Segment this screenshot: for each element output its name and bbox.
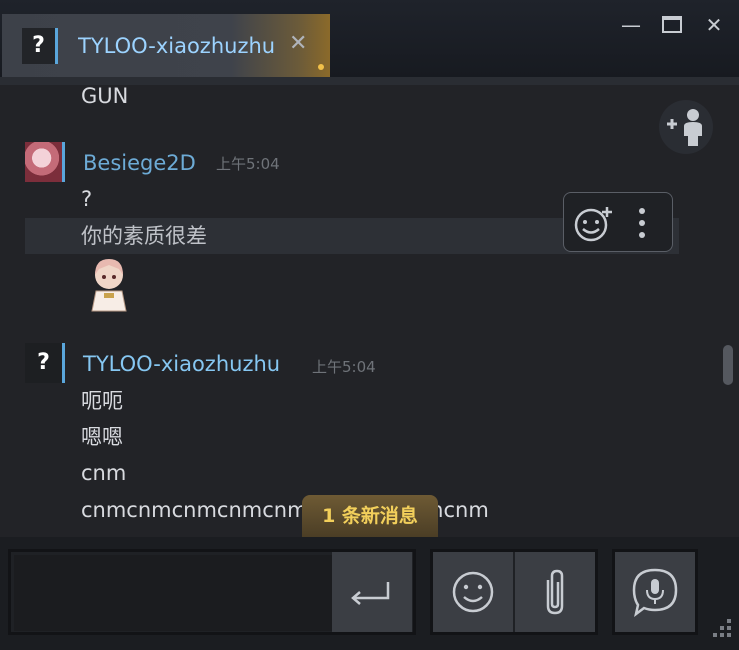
more-vertical-icon[interactable] <box>632 205 652 241</box>
message-actions <box>563 192 673 252</box>
unread-dot <box>318 64 324 70</box>
message-line: 呃呃 <box>81 389 123 413</box>
smiley-icon <box>452 571 494 613</box>
invite-button[interactable] <box>659 100 713 154</box>
message-line: 嗯嗯 <box>81 425 123 449</box>
title-bar: ? TYLOO-xiaozhuzhu ✕ — ✕ <box>0 0 739 78</box>
emoji-button[interactable] <box>433 552 513 632</box>
message-time: 上午5:04 <box>216 155 280 173</box>
message-input[interactable] <box>14 555 334 631</box>
minimize-button[interactable]: — <box>618 12 644 38</box>
attach-button[interactable] <box>515 552 595 632</box>
scrollbar-thumb[interactable] <box>723 345 733 385</box>
resize-grip-icon[interactable] <box>706 614 734 642</box>
message-list: GUN Besiege2D 上午5:04 ? 你的素质很差 ? TYLOO-xi… <box>0 84 739 537</box>
composer-bar <box>0 537 739 650</box>
message-time: 上午5:04 <box>312 358 376 376</box>
add-friend-icon <box>667 109 702 146</box>
close-button[interactable]: ✕ <box>701 12 727 38</box>
tab-close-icon[interactable]: ✕ <box>289 30 307 58</box>
chat-tab[interactable]: ? TYLOO-xiaozhuzhu ✕ <box>2 14 330 78</box>
microphone-icon <box>632 568 678 618</box>
maximize-icon <box>662 16 682 33</box>
add-reaction-icon[interactable] <box>572 203 614 243</box>
new-messages-banner[interactable]: 1 条新消息 <box>302 495 438 538</box>
message-line: GUN <box>81 84 129 108</box>
message-line: 你的素质很差 <box>81 224 207 248</box>
sticker-image <box>91 259 127 312</box>
sender-name[interactable]: Besiege2D <box>83 148 196 178</box>
chat-window: ? TYLOO-xiaozhuzhu ✕ — ✕ GUN Besiege2D 上… <box>0 0 739 650</box>
send-button[interactable] <box>332 552 412 632</box>
avatar-tyloo[interactable]: ? <box>25 343 65 383</box>
maximize-button[interactable] <box>659 12 685 38</box>
sender-name[interactable]: TYLOO-xiaozhuzhu <box>83 349 280 379</box>
voice-button[interactable] <box>615 552 695 632</box>
tab-title: TYLOO-xiaozhuzhu <box>78 34 276 58</box>
tab-avatar: ? <box>22 28 58 64</box>
paperclip-icon <box>546 569 564 615</box>
message-line: ? <box>81 187 93 211</box>
message-line: cnm <box>81 461 127 485</box>
enter-icon <box>351 582 390 605</box>
avatar-besiege[interactable] <box>25 142 65 182</box>
